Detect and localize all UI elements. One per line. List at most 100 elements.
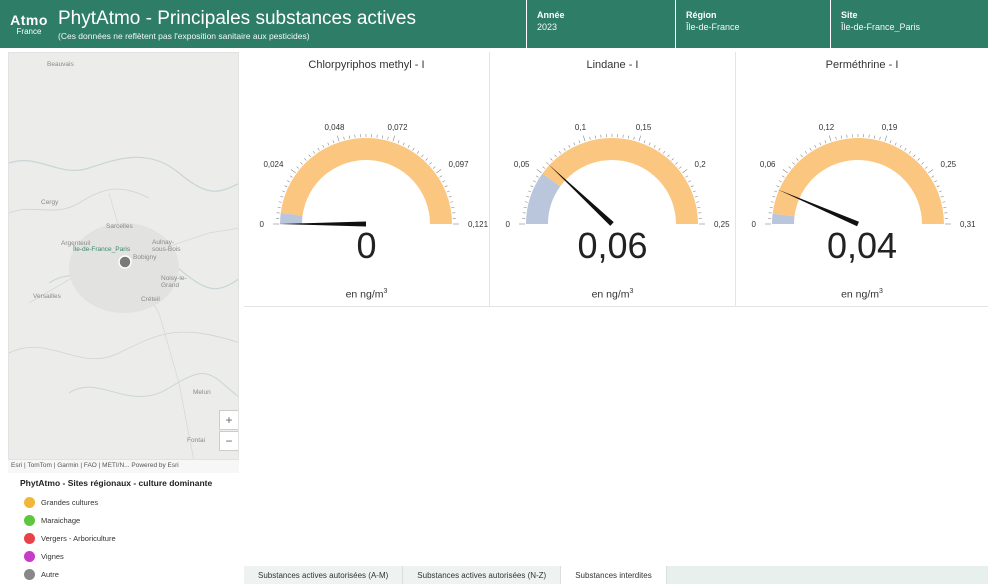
map-basemap <box>9 53 238 459</box>
gauge-unit-sup: 3 <box>879 288 883 295</box>
gauge-tick-label: 0,25 <box>941 160 957 169</box>
gauge-tick <box>290 169 296 174</box>
gauge-tick <box>917 158 920 161</box>
gauge-tick <box>685 175 689 178</box>
gauge-tick <box>286 180 290 183</box>
map-label-sarcelles: Sarcelles <box>106 223 133 230</box>
gauge-tick <box>412 147 415 151</box>
gauge-tick <box>550 158 553 161</box>
gauge-tick <box>913 154 916 158</box>
map-label-fontainebleau: Fontai <box>187 437 206 444</box>
region-value: Île-de-France <box>686 22 740 32</box>
page-subtitle: (Ces données ne reflètent pas l'expositi… <box>58 31 310 41</box>
gauge-tick <box>392 135 396 142</box>
gauge-tick <box>524 201 528 203</box>
gauge-tick <box>800 154 803 158</box>
gauge-tick <box>451 206 455 208</box>
legend-label: Vignes <box>41 551 64 561</box>
gauge-tick <box>554 154 557 158</box>
gauge-tick <box>899 144 902 148</box>
gauge-unit: en ng/m3 <box>736 288 988 301</box>
gauge-tick <box>425 158 428 161</box>
zoom-in-button[interactable]: + <box>219 410 238 430</box>
gauges-row: Chlorpyriphos methyl - I 0 0,024 0,048 0,07… <box>244 52 988 307</box>
gauge-tick <box>532 180 536 183</box>
gauge-tick <box>402 142 405 146</box>
gauge-needle <box>547 163 614 226</box>
gauge-unit: en ng/m3 <box>244 288 489 301</box>
region-selector[interactable]: Région Île-de-France <box>675 0 830 48</box>
site-label: Site <box>841 10 858 20</box>
gauge-tick <box>792 162 795 165</box>
gauge-tick <box>397 140 400 144</box>
tab-autorisees-a-m[interactable]: Substances actives autorisées (A-M) <box>244 566 404 584</box>
legend-title: PhytAtmo - Sites régionaux - culture dom… <box>20 478 213 488</box>
gauge-tick-label: 0,05 <box>514 160 530 169</box>
tab-substances-interdites[interactable]: Substances interdites <box>561 566 667 584</box>
year-selector[interactable]: Année 2023 <box>526 0 675 48</box>
gauge-tick <box>578 140 581 144</box>
gauge-tick <box>809 147 812 151</box>
gauge-tick <box>770 201 774 203</box>
gauge-tick <box>921 162 924 165</box>
legend-dot-icon <box>24 550 35 562</box>
gauge-tick <box>304 158 307 161</box>
legend-label: Grandes cultures <box>41 497 99 507</box>
dashboard: Atmo France PhytAtmo - Principales subst… <box>0 0 988 584</box>
gauge-lindane: Lindane - I 0 0,05 0,1 0,15 0,2 0,25 0,06 en … <box>490 52 736 307</box>
gauge-tick <box>343 136 345 140</box>
gauge-tick <box>835 136 837 140</box>
gauge-tick <box>697 206 701 208</box>
logo-line1: Atmo <box>10 11 48 28</box>
gauge-tick <box>840 135 842 139</box>
gauge-tick <box>573 142 576 146</box>
zoom-out-button[interactable]: − <box>219 431 238 451</box>
gauge-tick <box>530 185 534 188</box>
gauge-tick <box>278 201 282 203</box>
site-value: Île-de-France_Paris <box>841 22 921 32</box>
gauge-tick <box>284 185 288 188</box>
map-view[interactable]: Beauvais Cergy Sarcelles Argenteuil Île-… <box>8 52 239 460</box>
tab-autorisees-n-z[interactable]: Substances actives autorisées (N-Z) <box>403 566 562 584</box>
gauge-tick <box>904 147 907 151</box>
map-label-bobigny: Bobigny <box>133 254 157 261</box>
region-label: Région <box>686 10 717 20</box>
gauge-tick <box>894 142 897 146</box>
gauge-tick <box>879 136 881 140</box>
gauge-tick-label: 0,048 <box>324 123 345 132</box>
gauge-tick <box>643 140 646 144</box>
gauge-tick <box>667 154 670 158</box>
legend-item: Vergers - Arboriculture <box>24 529 239 547</box>
gauge-tick <box>536 169 542 174</box>
gauge-tick-label: 0,06 <box>760 160 776 169</box>
gauge-tick <box>317 147 320 151</box>
legend-item: Maraichage <box>24 511 239 529</box>
gauge-tick <box>942 201 946 203</box>
gauge-tick <box>696 201 700 203</box>
gauge-tick-label: 0,2 <box>695 160 707 169</box>
gauge-tick <box>523 206 527 208</box>
gauge-tick <box>416 151 420 154</box>
gauge-tick <box>444 185 448 188</box>
gauge-tick <box>653 144 656 148</box>
gauge-tick <box>446 190 450 193</box>
gauge-tick <box>774 190 778 193</box>
gauge-tick-label: 0,15 <box>636 123 652 132</box>
site-selector[interactable]: Site Île-de-France_Paris <box>830 0 988 48</box>
gauge-tick-label: 0,1 <box>575 123 587 132</box>
gauge-tick-label: 0,12 <box>819 123 835 132</box>
gauge-tick <box>277 206 281 208</box>
gauge-tick <box>432 166 436 169</box>
map-label-cergy: Cergy <box>41 199 59 206</box>
gauge-tick <box>282 190 286 193</box>
tab-bar: Substances actives autorisées (A-M) Subs… <box>244 566 988 584</box>
gauge-tick <box>312 151 316 154</box>
map-label-aulnay: Aulnay-sous-Bois <box>152 239 181 253</box>
gauge-tick <box>778 180 782 183</box>
gauge-tick <box>782 169 788 174</box>
gauge-tick-label: 0,19 <box>882 123 898 132</box>
gauge-chlorpyriphos: Chlorpyriphos methyl - I 0 0,024 0,048 0,07… <box>244 52 490 307</box>
gauge-main-band <box>280 138 452 224</box>
gauge-tick <box>824 140 827 144</box>
header-bar: Atmo France PhytAtmo - Principales subst… <box>0 0 988 48</box>
